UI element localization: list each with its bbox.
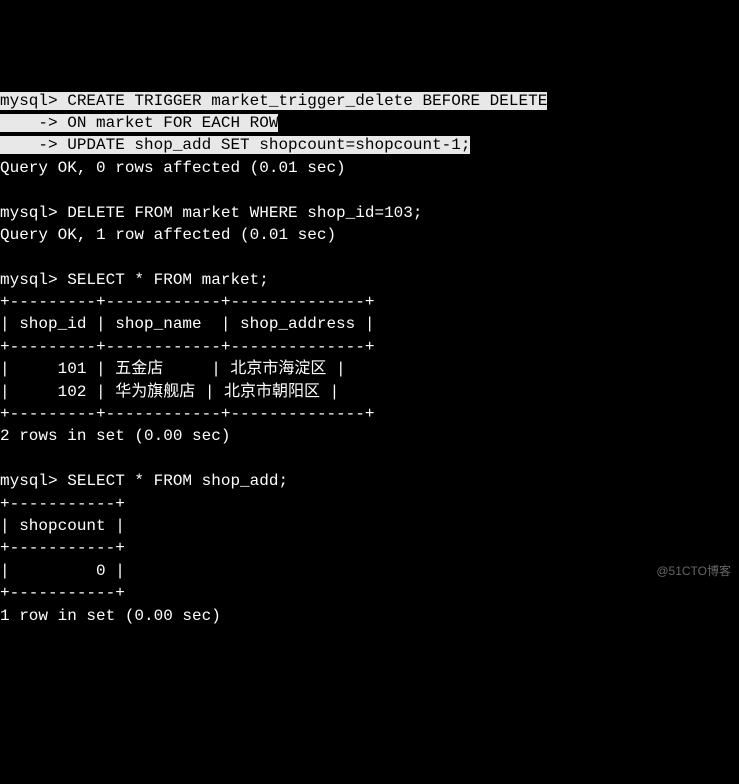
sql-create-trigger-line2: ON market FOR EACH ROW [58,114,279,132]
table-row: | 102 | 华为旗舰店 | 北京市朝阳区 | [0,383,339,401]
query-result: 1 row in set (0.00 sec) [0,607,221,625]
prompt: mysql> [0,204,58,222]
table-row: | 101 | 五金店 | 北京市海淀区 | [0,360,346,378]
table-border: +-----------+ [0,584,125,602]
table-header: | shop_id | shop_name | shop_address | [0,315,374,333]
prompt: mysql> [0,472,58,490]
prompt: mysql> [0,92,58,110]
query-result: 2 rows in set (0.00 sec) [0,427,230,445]
sql-select-shop-add: SELECT * FROM shop_add; [58,472,288,490]
cont-prompt: -> [0,136,58,154]
table-border: +---------+------------+--------------+ [0,405,374,423]
table-border: +-----------+ [0,495,125,513]
terminal-output[interactable]: mysql> CREATE TRIGGER market_trigger_del… [0,90,739,627]
cont-prompt: -> [0,114,58,132]
query-result: Query OK, 0 rows affected (0.01 sec) [0,159,346,177]
watermark: @51CTO博客 [656,563,731,580]
table-header: | shopcount | [0,517,125,535]
table-border: +-----------+ [0,539,125,557]
sql-delete: DELETE FROM market WHERE shop_id=103; [58,204,423,222]
sql-create-trigger-line1: CREATE TRIGGER market_trigger_delete BEF… [58,92,548,110]
query-result: Query OK, 1 row affected (0.01 sec) [0,226,336,244]
sql-select-market: SELECT * FROM market; [58,271,269,289]
sql-create-trigger-line3: UPDATE shop_add SET shopcount=shopcount-… [58,136,471,154]
prompt: mysql> [0,271,58,289]
table-border: +---------+------------+--------------+ [0,338,374,356]
table-border: +---------+------------+--------------+ [0,293,374,311]
table-row: | 0 | [0,562,125,580]
